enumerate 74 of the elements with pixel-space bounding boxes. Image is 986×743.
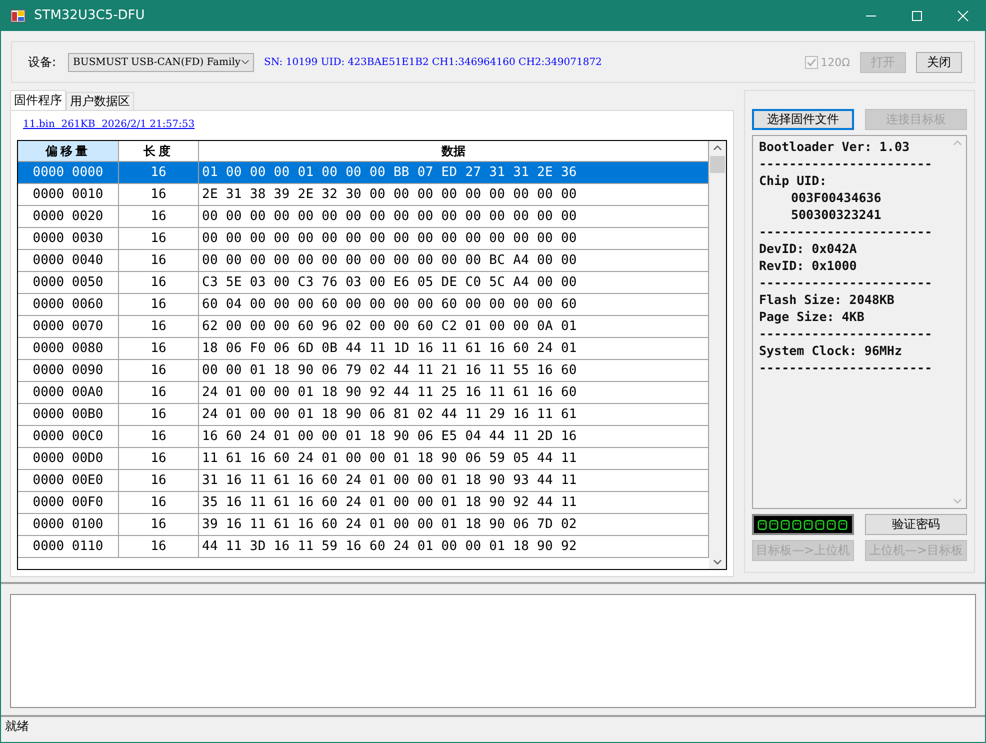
device-button[interactable]: 关闭 xyxy=(916,52,962,72)
file-link[interactable]: 11.bin 261KB 2026/2/1 21:57:53 xyxy=(23,119,195,130)
table-cell: 0000 0030 xyxy=(18,228,119,249)
side-button[interactable]: 选择固件文件 xyxy=(752,109,854,130)
scroll-thumb[interactable] xyxy=(710,156,725,173)
app-icon xyxy=(10,8,26,24)
device-label: 设备: xyxy=(28,54,56,70)
table-cell: 16 xyxy=(119,448,199,469)
column-header[interactable]: 偏移量 xyxy=(18,141,119,161)
table-cell: 16 xyxy=(119,250,199,271)
table-cell: 16 xyxy=(119,316,199,337)
device-info: SN: 10199 UID: 423BAE51E1B2 CH1:346964160 CH2:349071872 xyxy=(264,56,602,68)
status-text: 就绪 xyxy=(5,718,29,735)
table-cell: 16 xyxy=(119,382,199,403)
table-cell: 16 xyxy=(119,404,199,425)
info-line: DevID: 0x042A xyxy=(759,240,858,257)
table-cell: 16 xyxy=(119,206,199,227)
table-cell: 16 xyxy=(119,536,199,557)
table-cell: 16 xyxy=(119,272,199,293)
table-cell: 0000 00B0 xyxy=(18,404,119,425)
table-cell: 16 xyxy=(119,338,199,359)
info-line: ----------------------- xyxy=(759,155,934,172)
table-cell: 0000 0020 xyxy=(18,206,119,227)
table-cell: 16 xyxy=(119,426,199,447)
info-line: ----------------------- xyxy=(759,325,934,342)
checkmark-icon xyxy=(806,56,817,68)
table-cell: 0000 0090 xyxy=(18,360,119,381)
info-line: ----------------------- xyxy=(759,274,934,291)
device-dropdown[interactable]: BUSMUST USB-CAN(FD) Family xyxy=(68,52,254,72)
password-field[interactable] xyxy=(752,514,854,535)
table-cell: 16 xyxy=(119,514,199,535)
maximize-icon[interactable] xyxy=(911,10,923,22)
tab[interactable]: 用户数据区 xyxy=(66,92,134,110)
table-cell: 16 xyxy=(119,470,199,491)
verify-password-button[interactable]: 验证密码 xyxy=(865,514,967,535)
scroll-up-icon[interactable] xyxy=(713,145,722,151)
close-icon[interactable] xyxy=(957,10,969,22)
window-title: STM32U3C5-DFU xyxy=(34,8,145,23)
table-cell: 0000 0040 xyxy=(18,250,119,271)
info-line: Flash Size: 2048KB xyxy=(759,291,896,308)
table-cell: 0000 0010 xyxy=(18,184,119,205)
table-cell: 16 xyxy=(119,162,199,183)
tab[interactable]: 固件程序 xyxy=(10,90,66,110)
column-header[interactable]: 长度 xyxy=(119,141,199,161)
table-cell: 0000 00A0 xyxy=(18,382,119,403)
table-cell: 16 xyxy=(119,228,199,249)
info-line: RevID: 0x1000 xyxy=(759,257,858,274)
table-cell: 0000 0080 xyxy=(18,338,119,359)
info-line: ----------------------- xyxy=(759,359,934,376)
table-cell: 0000 0110 xyxy=(18,536,119,557)
info-line: Bootloader Ver: 1.03 xyxy=(759,138,911,155)
table-cell: 0000 0050 xyxy=(18,272,119,293)
table-cell: 16 xyxy=(119,294,199,315)
table-cell: 0000 0000 xyxy=(18,162,119,183)
table-cell: 0000 00F0 xyxy=(18,492,119,513)
info-line: 500300323241 xyxy=(790,206,882,223)
table-cell: 0000 00C0 xyxy=(18,426,119,447)
table-cell: 0000 00D0 xyxy=(18,448,119,469)
scroll-down-icon[interactable] xyxy=(713,559,722,565)
table-cell: 16 xyxy=(119,492,199,513)
info-line: Page Size: 4KB xyxy=(759,308,866,325)
table-cell: 16 xyxy=(119,360,199,381)
info-line: 003F00434636 xyxy=(790,189,882,206)
chevron-down-icon xyxy=(240,59,250,65)
scrollbar[interactable] xyxy=(709,141,726,569)
table-cell: 0000 0060 xyxy=(18,294,119,315)
password-mask-icon xyxy=(757,518,849,530)
info-line: ----------------------- xyxy=(759,223,934,240)
table-cell: 0000 0100 xyxy=(18,514,119,535)
table-cell: 16 xyxy=(119,184,199,205)
table-cell: 0000 00E0 xyxy=(18,470,119,491)
info-line: System Clock: 96MHz xyxy=(759,342,903,359)
info-line: Chip UID: xyxy=(759,172,828,189)
table-cell: 0000 0070 xyxy=(18,316,119,337)
